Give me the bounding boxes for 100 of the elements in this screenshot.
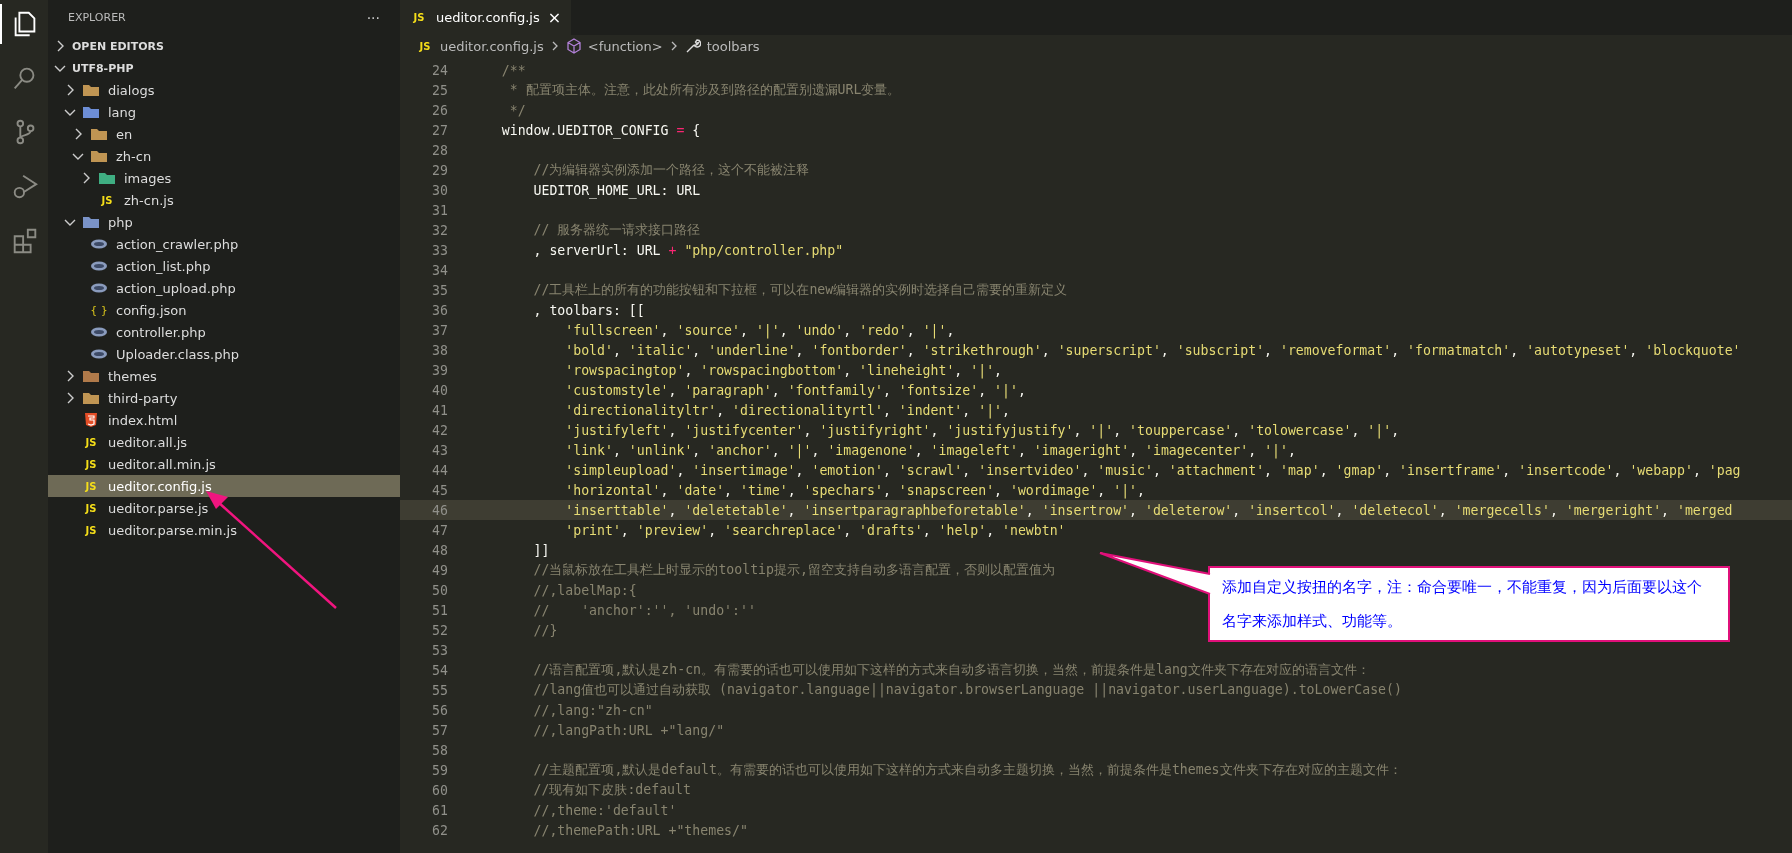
code-line: 'customstyle', 'paragraph', 'fontfamily', 'fontsize', '|', <box>564 382 1026 398</box>
code-line: //,langPath:URL +"lang/" <box>532 722 725 738</box>
code-line: //语言配置项,默认是zh-cn。有需要的话也可以使用如下这样的方式来自动多语言切换，当然，前提条件是lang文件夹下存在对应的语言文件： <box>532 661 1370 679</box>
tree-item[interactable]: action_upload.php <box>48 277 400 299</box>
code-line: //,themePath:URL +"themes/" <box>532 822 748 838</box>
tree-item[interactable]: JS ueditor.parse.js <box>48 497 400 519</box>
annotation-callout: 添加自定义按扭的名字，注：命合要唯一，不能重复，因为后面要以这个名字来添加样式、功能等。 <box>1208 566 1730 642</box>
line-number: 60 <box>431 782 449 798</box>
tree-item[interactable]: third-party <box>48 387 400 409</box>
code-line: // 'anchor':'', 'undo':'' <box>532 602 756 618</box>
line-number: 42 <box>431 422 449 438</box>
tree-item[interactable]: themes <box>48 365 400 387</box>
tree-item[interactable]: Uploader.class.php <box>48 343 400 365</box>
code-line: 'fullscreen', 'source', '|', 'undo', 'redo', '|', <box>564 322 955 338</box>
js-file-icon: JS <box>82 436 100 448</box>
line-number: 45 <box>431 482 449 498</box>
tree-item[interactable]: index.html <box>48 409 400 431</box>
line-number: 27 <box>431 122 449 138</box>
line-number: 38 <box>431 342 449 358</box>
breadcrumb-item[interactable]: <function> <box>587 38 663 54</box>
code-line: UEDITOR_HOME_URL: URL <box>532 182 701 198</box>
folder-icon <box>82 104 100 120</box>
tree-item[interactable]: JS ueditor.parse.min.js <box>48 519 400 541</box>
line-number: 52 <box>431 622 449 638</box>
code-line: //现有如下皮肤:default <box>532 781 691 799</box>
folder-icon <box>82 214 100 230</box>
tree-item[interactable]: lang <box>48 101 400 123</box>
line-number: 40 <box>431 382 449 398</box>
tree-item[interactable]: JS zh-cn.js <box>48 189 400 211</box>
line-number: 36 <box>431 302 449 318</box>
code-line: 'directionalityltr', 'directionalityrtl', 'indent', '|', <box>564 402 1010 418</box>
folder-icon <box>82 368 100 384</box>
line-number: 51 <box>431 602 449 618</box>
line-number: 50 <box>431 582 449 598</box>
more-actions-button[interactable]: ··· <box>366 9 380 26</box>
code-line: 'link', 'unlink', 'anchor', '|', 'imagenone', 'imageleft', 'imageright', 'imagecenter', '|', <box>564 442 1296 458</box>
tree-item[interactable]: JS ueditor.all.js <box>48 431 400 453</box>
code-line: 'horizontal', 'date', 'time', 'spechars', 'snapscreen', 'wordimage', '|', <box>564 482 1145 498</box>
code-line: /** <box>500 62 526 78</box>
breadcrumb-item[interactable]: ueditor.config.js <box>440 38 544 54</box>
wrench-icon <box>684 38 701 54</box>
line-number: 55 <box>431 682 449 698</box>
folder-icon <box>82 82 100 98</box>
line-number: 24 <box>431 62 449 78</box>
line-number: 39 <box>431 362 449 378</box>
line-number: 29 <box>431 162 449 178</box>
line-number: 43 <box>431 442 449 458</box>
line-number: 25 <box>431 82 449 98</box>
code-line: // 服务器统一请求接口路径 <box>532 221 701 239</box>
line-number: 30 <box>431 182 449 198</box>
line-number: 33 <box>431 242 449 258</box>
line-number: 47 <box>431 522 449 538</box>
json-file-icon: { } <box>90 303 108 317</box>
js-file-icon: JS <box>416 40 434 52</box>
line-number: 46 <box>431 502 449 518</box>
tree-item[interactable]: en <box>48 123 400 145</box>
line-number: 61 <box>431 802 449 818</box>
code-line: */ <box>508 102 526 118</box>
line-number: 34 <box>431 262 449 278</box>
js-file-icon: JS <box>98 194 116 206</box>
line-number: 58 <box>431 742 449 758</box>
code-line: , toolbars: [[ <box>532 302 645 318</box>
tree-item[interactable]: JS ueditor.config.js <box>48 475 400 497</box>
code-line: //主题配置项,默认是default。有需要的话也可以使用如下这样的方式来自动多主题切换，当然，前提条件是themes文件夹下存在对应的主题文件： <box>532 761 1402 779</box>
cube-icon <box>565 38 582 54</box>
tree-item[interactable]: zh-cn <box>48 145 400 167</box>
section-header[interactable]: OPEN EDITORS <box>48 35 400 57</box>
tree-item[interactable]: { } config.json <box>48 299 400 321</box>
line-number: 28 <box>431 142 449 158</box>
line-number: 26 <box>431 102 449 118</box>
code-line: //lang值也可以通过自动获取 (navigator.language||navigator.browserLanguage ||navigator.userLanguage).toLowerCase() <box>532 681 1402 699</box>
sidebar-title: EXPLORER <box>68 11 126 24</box>
code-line: //,theme:'default' <box>532 802 677 818</box>
tree-item[interactable]: action_list.php <box>48 255 400 277</box>
tree-item[interactable]: php <box>48 211 400 233</box>
tree-item[interactable]: JS ueditor.all.min.js <box>48 453 400 475</box>
breadcrumb-item[interactable]: toolbars <box>706 38 760 54</box>
line-number: 56 <box>431 702 449 718</box>
line-number: 49 <box>431 562 449 578</box>
close-icon[interactable]: × <box>547 8 562 27</box>
tree-item[interactable]: controller.php <box>48 321 400 343</box>
line-number: 31 <box>431 202 449 218</box>
tree-item[interactable]: images <box>48 167 400 189</box>
code-line: 'print', 'preview', 'searchreplace', 'drafts', 'help', 'newbtn' <box>564 522 1066 538</box>
editor-tab[interactable]: JS ueditor.config.js × <box>400 0 572 35</box>
code-line: 'simpleupload', 'insertimage', 'emotion', 'scrawl', 'insertvideo', 'music', 'attachment', 'map', 'gmap', 'insertframe', 'insertcode', 'webapp', 'pag <box>564 462 1741 478</box>
line-number: 32 <box>431 222 449 238</box>
tree-item[interactable]: dialogs <box>48 79 400 101</box>
js-file-icon: JS <box>82 480 100 492</box>
code-line: 'justifyleft', 'justifycenter', 'justifyright', 'justifyjustify', '|', 'touppercase', 'tolowercase', '|', <box>564 422 1400 438</box>
line-number: 62 <box>431 822 449 838</box>
code-line: ]] <box>532 542 550 558</box>
code-line: //当鼠标放在工具栏上时显示的tooltip提示,留空支持自动多语言配置，否则以配置值为 <box>532 561 1055 579</box>
section-header[interactable]: UTF8-PHP <box>48 57 400 79</box>
folder-icon <box>98 170 116 186</box>
code-line: 'inserttable', 'deletetable', 'insertparagraphbeforetable', 'insertrow', 'deleterow', 'insertcol', 'deletecol', 'mergecells', 'mergeright', 'merged <box>564 502 1733 518</box>
code-line: * 配置项主体。注意，此处所有涉及到路径的配置别遗漏URL变量。 <box>508 81 901 99</box>
tree-item[interactable]: action_crawler.php <box>48 233 400 255</box>
js-file-icon: JS <box>410 12 428 23</box>
line-number: 54 <box>431 662 449 678</box>
